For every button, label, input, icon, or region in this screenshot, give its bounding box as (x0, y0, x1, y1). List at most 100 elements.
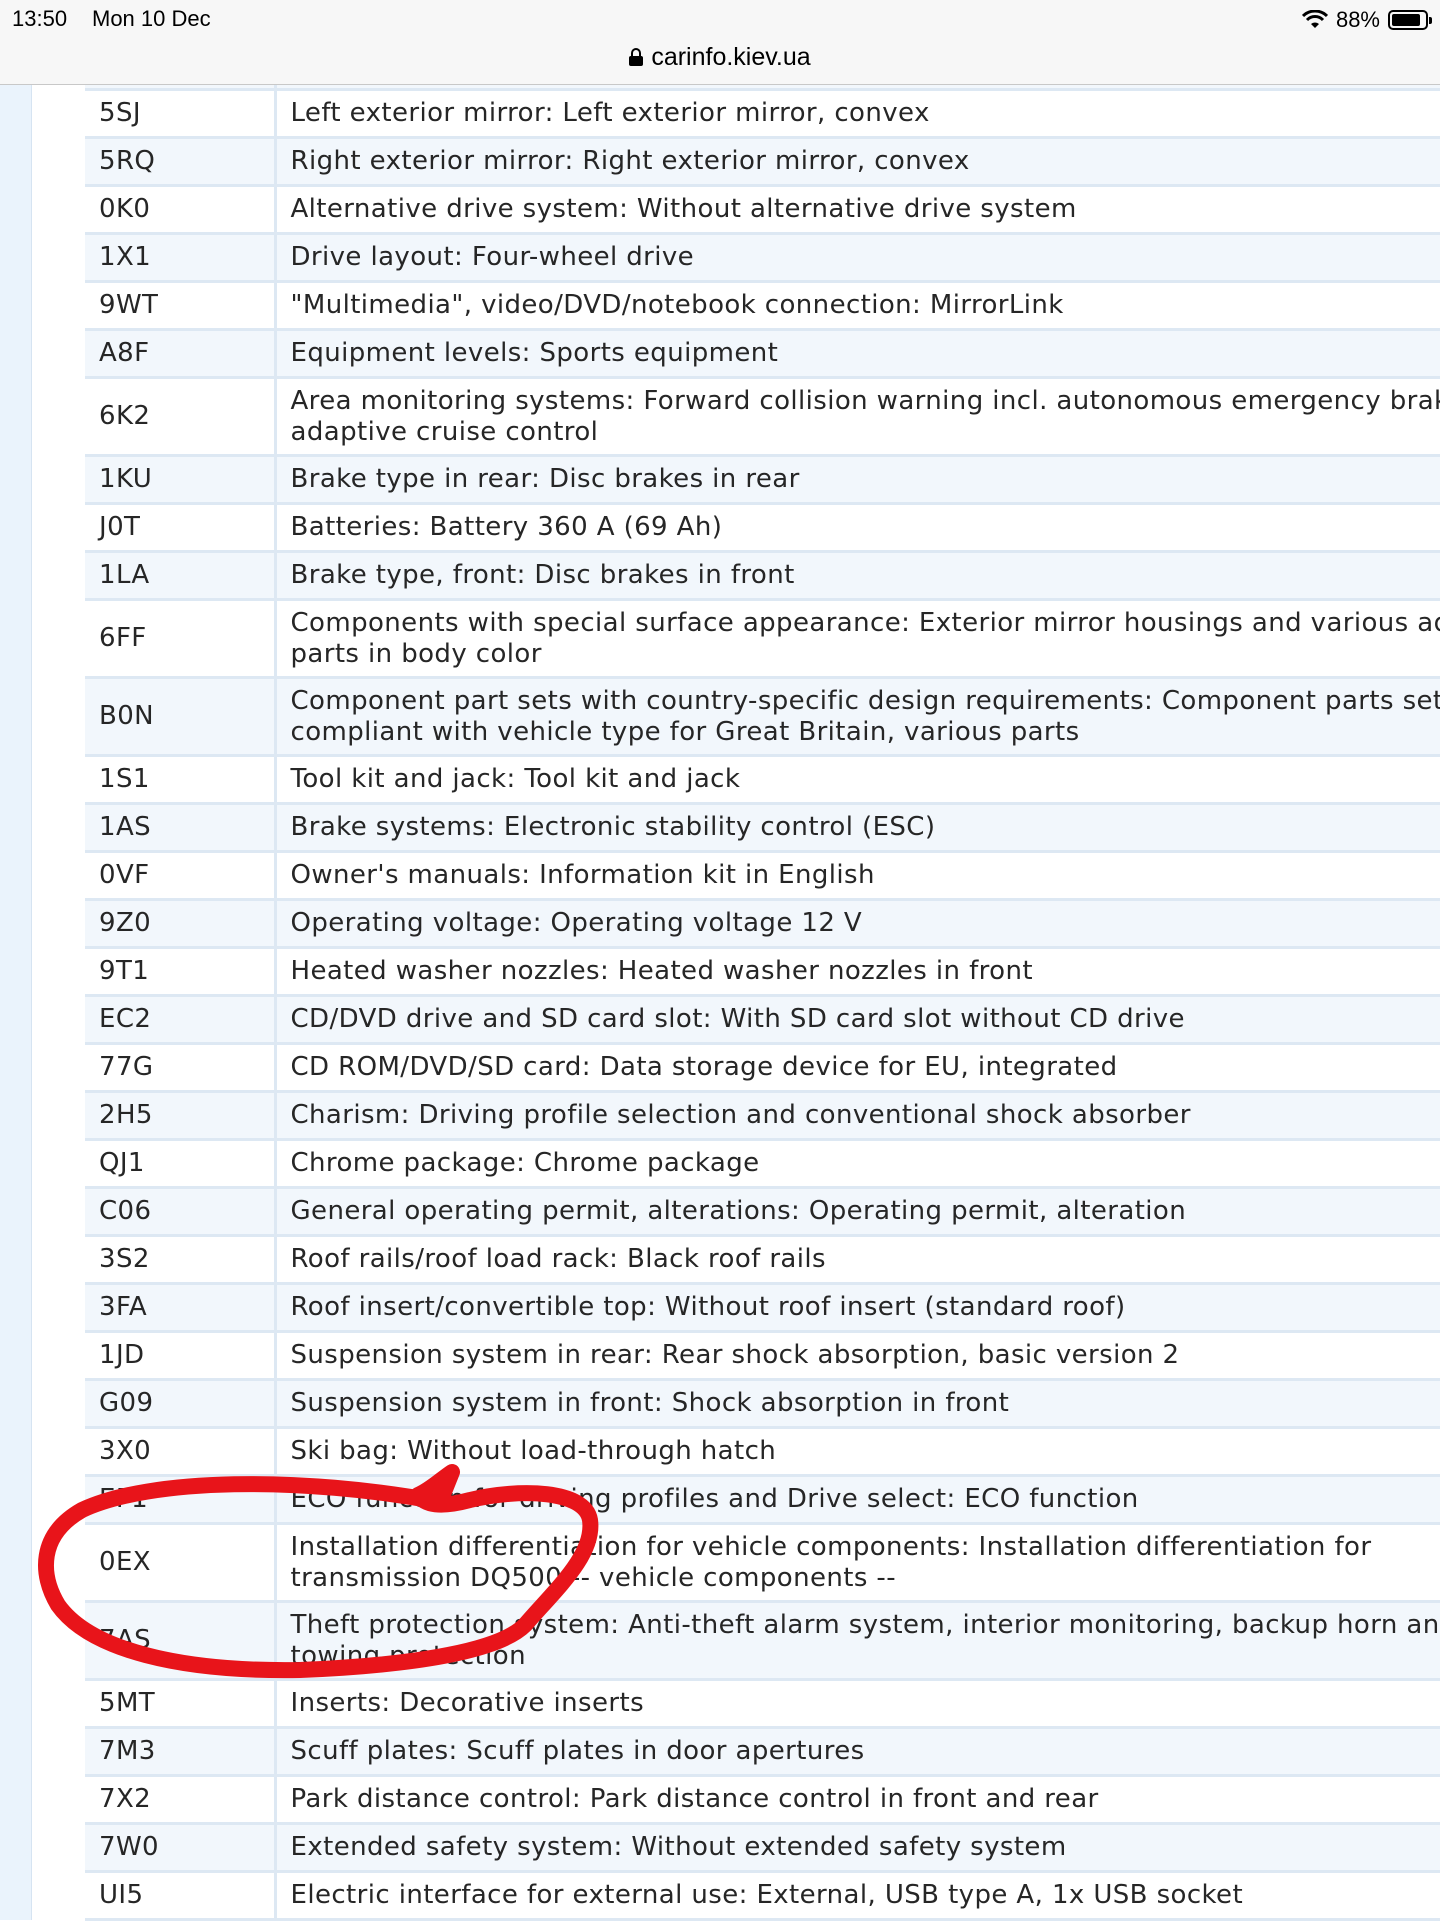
option-description: Components with special surface appearan… (275, 599, 1440, 679)
option-code: QJ1 (85, 1139, 277, 1189)
option-code: 9Z0 (85, 899, 277, 949)
option-code: 9WT (85, 281, 277, 331)
option-description: Chrome package: Chrome package (275, 1139, 1440, 1189)
status-date: Mon 10 Dec (92, 6, 211, 31)
table-row: 77G CD ROM/DVD/SD card: Data storage devi… (85, 1043, 1440, 1093)
page-side-strip (0, 85, 32, 1920)
table-row: 7W0 Extended safety system: Without exten… (85, 1823, 1440, 1873)
option-code: EF1 (85, 1475, 277, 1525)
option-description: Batteries: Battery 360 A (69 Ah) (275, 503, 1440, 553)
option-code: 9T1 (85, 947, 277, 997)
table-row: 1X1 Drive layout: Four-wheel drive (85, 233, 1440, 283)
option-description: Left exterior mirror: Left exterior mirr… (275, 89, 1440, 139)
option-code: 5MT (85, 1679, 277, 1729)
url-text[interactable]: carinfo.kiev.ua (651, 43, 810, 72)
options-table: 5SJ Left exterior mirror: Left exterior m… (85, 70, 1440, 1921)
status-indicators: 88% (1301, 6, 1432, 34)
option-description: Charism: Driving profile selection and c… (275, 1091, 1440, 1141)
option-description: Park distance control: Park distance con… (275, 1775, 1440, 1825)
table-row: 5RQ Right exterior mirror: Right exterior… (85, 137, 1440, 187)
option-code: 1JD (85, 1331, 277, 1381)
table-row: 5SJ Left exterior mirror: Left exterior m… (85, 89, 1440, 139)
battery-percent: 88% (1335, 7, 1380, 32)
option-code: 0VF (85, 851, 277, 901)
option-description: Installation differentiation for vehicle… (275, 1523, 1440, 1603)
table-row: 7M3 Scuff plates: Scuff plates in door ap… (85, 1727, 1440, 1777)
option-description: Roof rails/roof load rack: Black roof ra… (275, 1235, 1440, 1285)
table-row: 3S2 Roof rails/roof load rack: Black roof… (85, 1235, 1440, 1285)
option-code: 7W0 (85, 1823, 277, 1873)
option-description: Suspension system in front: Shock absorp… (275, 1379, 1440, 1429)
table-row: QJ1 Chrome package: Chrome package (85, 1139, 1440, 1189)
option-description: ECO function for driving profiles and Dr… (275, 1475, 1440, 1525)
option-description: Equipment levels: Sports equipment (275, 329, 1440, 379)
option-description: Suspension system in rear: Rear shock ab… (275, 1331, 1440, 1381)
table-row: 1S1 Tool kit and jack: Tool kit and jack (85, 755, 1440, 805)
table-row: 3FA Roof insert/convertible top: Without … (85, 1283, 1440, 1333)
lock-icon (629, 48, 644, 66)
table-row: 1LA Brake type, front: Disc brakes in fro… (85, 551, 1440, 601)
option-description: Brake type in rear: Disc brakes in rear (275, 455, 1440, 505)
option-code: 1AS (85, 803, 277, 853)
table-row: B0N Component part sets with country-spec… (85, 677, 1440, 757)
option-code: 1X1 (85, 233, 277, 283)
option-description: Scuff plates: Scuff plates in door apert… (275, 1727, 1440, 1777)
option-code: 5RQ (85, 137, 277, 187)
option-code: 3X0 (85, 1427, 277, 1477)
option-description: Right exterior mirror: Right exterior mi… (275, 137, 1440, 187)
option-code: 7AS (85, 1601, 277, 1681)
table-row: J0T Batteries: Battery 360 A (69 Ah) (85, 503, 1440, 553)
option-code: 77G (85, 1043, 277, 1093)
option-description: CD/DVD drive and SD card slot: With SD c… (275, 995, 1440, 1045)
option-code: 2H5 (85, 1091, 277, 1141)
option-code: 7M3 (85, 1727, 277, 1777)
option-description: CD ROM/DVD/SD card: Data storage device … (275, 1043, 1440, 1093)
option-code: 3S2 (85, 1235, 277, 1285)
option-code: 0K0 (85, 185, 277, 235)
option-code: 6K2 (85, 377, 277, 457)
option-code: 0EX (85, 1523, 277, 1603)
option-description: Electric interface for external use: Ext… (275, 1871, 1440, 1921)
option-description: Drive layout: Four-wheel drive (275, 233, 1440, 283)
wifi-icon (1301, 10, 1328, 28)
table-row: G09 Suspension system in front: Shock abs… (85, 1379, 1440, 1429)
status-time: 13:50 (12, 6, 68, 31)
table-row: 1KU Brake type in rear: Disc brakes in re… (85, 455, 1440, 505)
option-code: 1LA (85, 551, 277, 601)
option-description: Extended safety system: Without extended… (275, 1823, 1440, 1873)
option-code: J0T (85, 503, 277, 553)
option-code: C06 (85, 1187, 277, 1237)
option-code: 6FF (85, 599, 277, 679)
option-description: Area monitoring systems: Forward collisi… (275, 377, 1440, 457)
table-row: 0K0 Alternative drive system: Without alt… (85, 185, 1440, 235)
option-description: Alternative drive system: Without altern… (275, 185, 1440, 235)
option-description: Operating voltage: Operating voltage 12 … (275, 899, 1440, 949)
table-row: 9WT "Multimedia", video/DVD/notebook conn… (85, 281, 1440, 331)
option-description: Heated washer nozzles: Heated washer noz… (275, 947, 1440, 997)
options-table-container: 5SJ Left exterior mirror: Left exterior m… (85, 70, 1440, 1921)
option-description: Roof insert/convertible top: Without roo… (275, 1283, 1440, 1333)
table-row: 0VF Owner's manuals: Information kit in E… (85, 851, 1440, 901)
table-row: C06 General operating permit, alterations… (85, 1187, 1440, 1237)
options-table-body: 5SJ Left exterior mirror: Left exterior m… (85, 70, 1440, 1921)
table-row: 9Z0 Operating voltage: Operating voltage … (85, 899, 1440, 949)
table-row: 3X0 Ski bag: Without load-through hatch (85, 1427, 1440, 1477)
address-bar[interactable]: carinfo.kiev.ua (0, 40, 1440, 74)
table-row: UI5 Electric interface for external use: … (85, 1871, 1440, 1921)
option-code: 5SJ (85, 89, 277, 139)
option-description: Inserts: Decorative inserts (275, 1679, 1440, 1729)
table-row: 1AS Brake systems: Electronic stability c… (85, 803, 1440, 853)
option-description: Component part sets with country-specifi… (275, 677, 1440, 757)
option-code: 1KU (85, 455, 277, 505)
option-code: A8F (85, 329, 277, 379)
option-description: Tool kit and jack: Tool kit and jack (275, 755, 1440, 805)
table-row: 6K2 Area monitoring systems: Forward coll… (85, 377, 1440, 457)
battery-icon (1388, 10, 1432, 30)
option-code: G09 (85, 1379, 277, 1429)
option-description: "Multimedia", video/DVD/notebook connect… (275, 281, 1440, 331)
table-row: EC2 CD/DVD drive and SD card slot: With S… (85, 995, 1440, 1045)
table-row: A8F Equipment levels: Sports equipment (85, 329, 1440, 379)
table-row: EF1 ECO function for driving profiles and… (85, 1475, 1440, 1525)
option-code: B0N (85, 677, 277, 757)
table-row: 1JD Suspension system in rear: Rear shock… (85, 1331, 1440, 1381)
